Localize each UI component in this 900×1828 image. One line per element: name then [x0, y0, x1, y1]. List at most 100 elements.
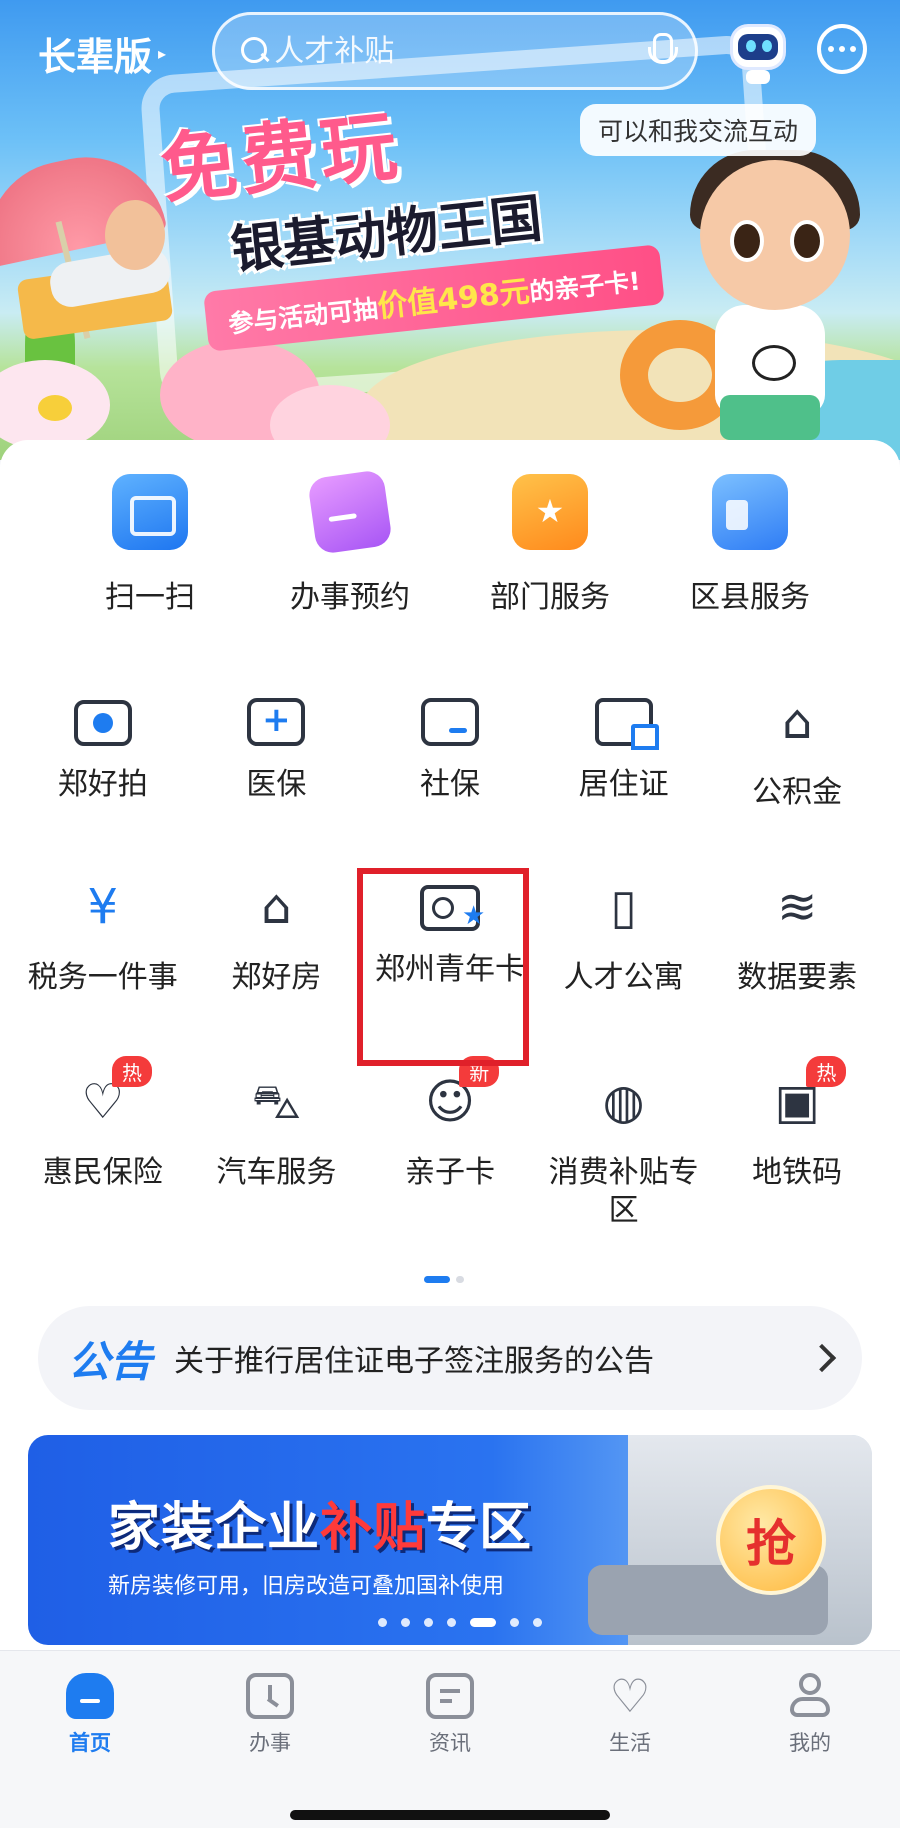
- grid-page-indicator[interactable]: [424, 1276, 464, 1283]
- service-row: ♡ 热 惠民保险 ⛍ 汽车服务 ☺ 新 亲子卡 ◍ 消费补贴专区 ▣ 热 地铁码: [16, 1056, 884, 1245]
- service-zhenghaofang[interactable]: ⌂ 郑好房: [190, 865, 364, 1060]
- tab-life[interactable]: ♡ 生活: [540, 1651, 720, 1761]
- scan-icon: [112, 474, 188, 550]
- service-metro-code[interactable]: ▣ 热 地铁码: [710, 1056, 884, 1245]
- tax-icon: ¥: [87, 879, 119, 935]
- service-label: 地铁码: [752, 1155, 843, 1190]
- robot-assistant-icon[interactable]: [728, 18, 788, 84]
- elder-mode-switch[interactable]: 长辈版 ▸: [38, 26, 166, 81]
- clock-icon: [246, 1673, 294, 1719]
- ad-title: 家装企业补贴专区: [108, 1485, 532, 1560]
- more-options-icon[interactable]: [817, 24, 867, 74]
- service-label: 公积金: [752, 775, 843, 810]
- service-housing-fund[interactable]: ⌂ 公积金: [710, 680, 884, 865]
- department-icon: [512, 474, 588, 550]
- home-indicator[interactable]: [290, 1810, 610, 1820]
- service-label: 消费补贴专区: [548, 1155, 699, 1228]
- ad-subtitle: 新房装修可用，旧房改造可叠加国补使用: [108, 1574, 505, 1599]
- quick-department[interactable]: 部门服务: [450, 470, 650, 630]
- service-residence-permit[interactable]: 居住证: [537, 680, 711, 865]
- service-label: 郑好房: [231, 960, 322, 995]
- tab-label: 办事: [249, 1731, 291, 1755]
- tab-profile[interactable]: 我的: [720, 1651, 900, 1761]
- service-talent-apartment[interactable]: ▯ 人才公寓: [537, 865, 711, 1060]
- notice-bar[interactable]: 公告 关于推行居住证电子签注服务的公告: [38, 1306, 862, 1410]
- document-icon: [426, 1673, 474, 1719]
- service-data-elements[interactable]: ≋ 数据要素: [710, 865, 884, 1060]
- robot-body: [746, 70, 770, 84]
- caret-right-icon: ▸: [158, 44, 167, 63]
- subsidy-ad-banner[interactable]: 家装企业补贴专区 新房装修可用，旧房改造可叠加国补使用 抢: [28, 1435, 872, 1645]
- appointment-icon: [307, 469, 393, 555]
- service-zhenghaopai[interactable]: 郑好拍: [16, 680, 190, 865]
- tab-label: 首页: [69, 1731, 111, 1755]
- medical-kit-icon: [247, 698, 306, 746]
- user-icon: [786, 1673, 834, 1719]
- page-dot-active: [424, 1276, 450, 1283]
- relaxing-man-head: [105, 200, 165, 270]
- quick-label: 办事预约: [290, 580, 410, 615]
- panda-print: [752, 345, 796, 381]
- tab-home[interactable]: 首页: [0, 1651, 180, 1761]
- service-label: 数据要素: [737, 960, 858, 995]
- service-label: 税务一件事: [27, 960, 178, 995]
- tab-news[interactable]: 资讯: [360, 1651, 540, 1761]
- carousel-dot-active: [470, 1618, 496, 1627]
- talent-apartment-icon: ▯: [610, 879, 637, 935]
- search-icon: [239, 35, 268, 67]
- notice-tag: 公告: [68, 1328, 152, 1389]
- quick-label: 部门服务: [490, 580, 610, 615]
- promo-strip-prefix: 参与活动可抽: [227, 294, 380, 339]
- notice-tag-b: 告: [110, 1336, 153, 1386]
- promo-strip-highlight: 价值498元: [375, 274, 532, 325]
- tab-label: 资讯: [429, 1731, 471, 1755]
- search-bar[interactable]: [212, 12, 698, 90]
- database-icon: ≋: [777, 879, 818, 935]
- hot-badge: 热: [112, 1056, 152, 1087]
- service-insurance[interactable]: ♡ 热 惠民保险: [16, 1056, 190, 1245]
- quick-appointment[interactable]: 办事预约: [250, 469, 450, 630]
- service-medical-insurance[interactable]: 医保: [190, 680, 364, 865]
- service-car[interactable]: ⛍ 汽车服务: [190, 1060, 364, 1245]
- tab-services[interactable]: 办事: [180, 1651, 360, 1761]
- highlight-annotation-box: [357, 868, 529, 1066]
- ad-title-a: 家装企业: [108, 1498, 321, 1558]
- service-family-card[interactable]: ☺ 新 亲子卡: [363, 1056, 537, 1245]
- tab-label: 我的: [789, 1731, 831, 1755]
- service-label: 社保: [419, 767, 480, 802]
- service-label: 郑好拍: [57, 767, 148, 802]
- robot-eye: [746, 40, 756, 52]
- top-header: 长辈版 ▸: [0, 0, 900, 100]
- microphone-icon[interactable]: [647, 31, 678, 71]
- chevron-right-icon: [807, 1343, 837, 1373]
- notice-tag-a: 公: [68, 1336, 111, 1386]
- robot-eye: [762, 40, 772, 52]
- service-row: 郑好拍 医保 社保 居住证 ⌂ 公积金: [16, 680, 884, 865]
- search-input[interactable]: [274, 33, 648, 69]
- service-social-security[interactable]: 社保: [363, 680, 537, 865]
- quick-scan[interactable]: 扫一扫: [50, 470, 250, 630]
- service-label: 人才公寓: [563, 960, 684, 995]
- subsidy-bag-icon: ◍: [602, 1074, 645, 1130]
- carousel-dot: [424, 1618, 433, 1627]
- service-tax[interactable]: ¥ 税务一件事: [16, 865, 190, 1060]
- notice-text: 关于推行居住证电子签注服务的公告: [174, 1344, 655, 1379]
- carousel-dots[interactable]: [378, 1618, 542, 1627]
- house-hands-icon: ⌂: [261, 879, 292, 935]
- ad-title-b: 补贴: [320, 1498, 427, 1558]
- home-icon: [66, 1673, 114, 1719]
- quick-actions: 扫一扫 办事预约 部门服务 区县服务: [0, 469, 900, 630]
- grab-button[interactable]: 抢: [716, 1485, 826, 1595]
- carousel-dot: [447, 1618, 456, 1627]
- service-label: 亲子卡: [404, 1155, 495, 1190]
- elder-mode-label: 长辈版: [38, 35, 153, 79]
- page-dot: [456, 1276, 464, 1283]
- quick-county[interactable]: 区县服务: [650, 470, 850, 630]
- bottom-tab-bar: 首页 办事 资讯 ♡ 生活 我的: [0, 1650, 900, 1828]
- tab-list: 首页 办事 资讯 ♡ 生活 我的: [0, 1651, 900, 1761]
- kid-shorts: [720, 395, 820, 440]
- service-consumption-subsidy[interactable]: ◍ 消费补贴专区: [537, 1060, 711, 1245]
- assistant-bubble[interactable]: 可以和我交流互动: [580, 104, 817, 156]
- quick-label: 扫一扫: [105, 580, 195, 615]
- hot-badge: 热: [806, 1056, 847, 1087]
